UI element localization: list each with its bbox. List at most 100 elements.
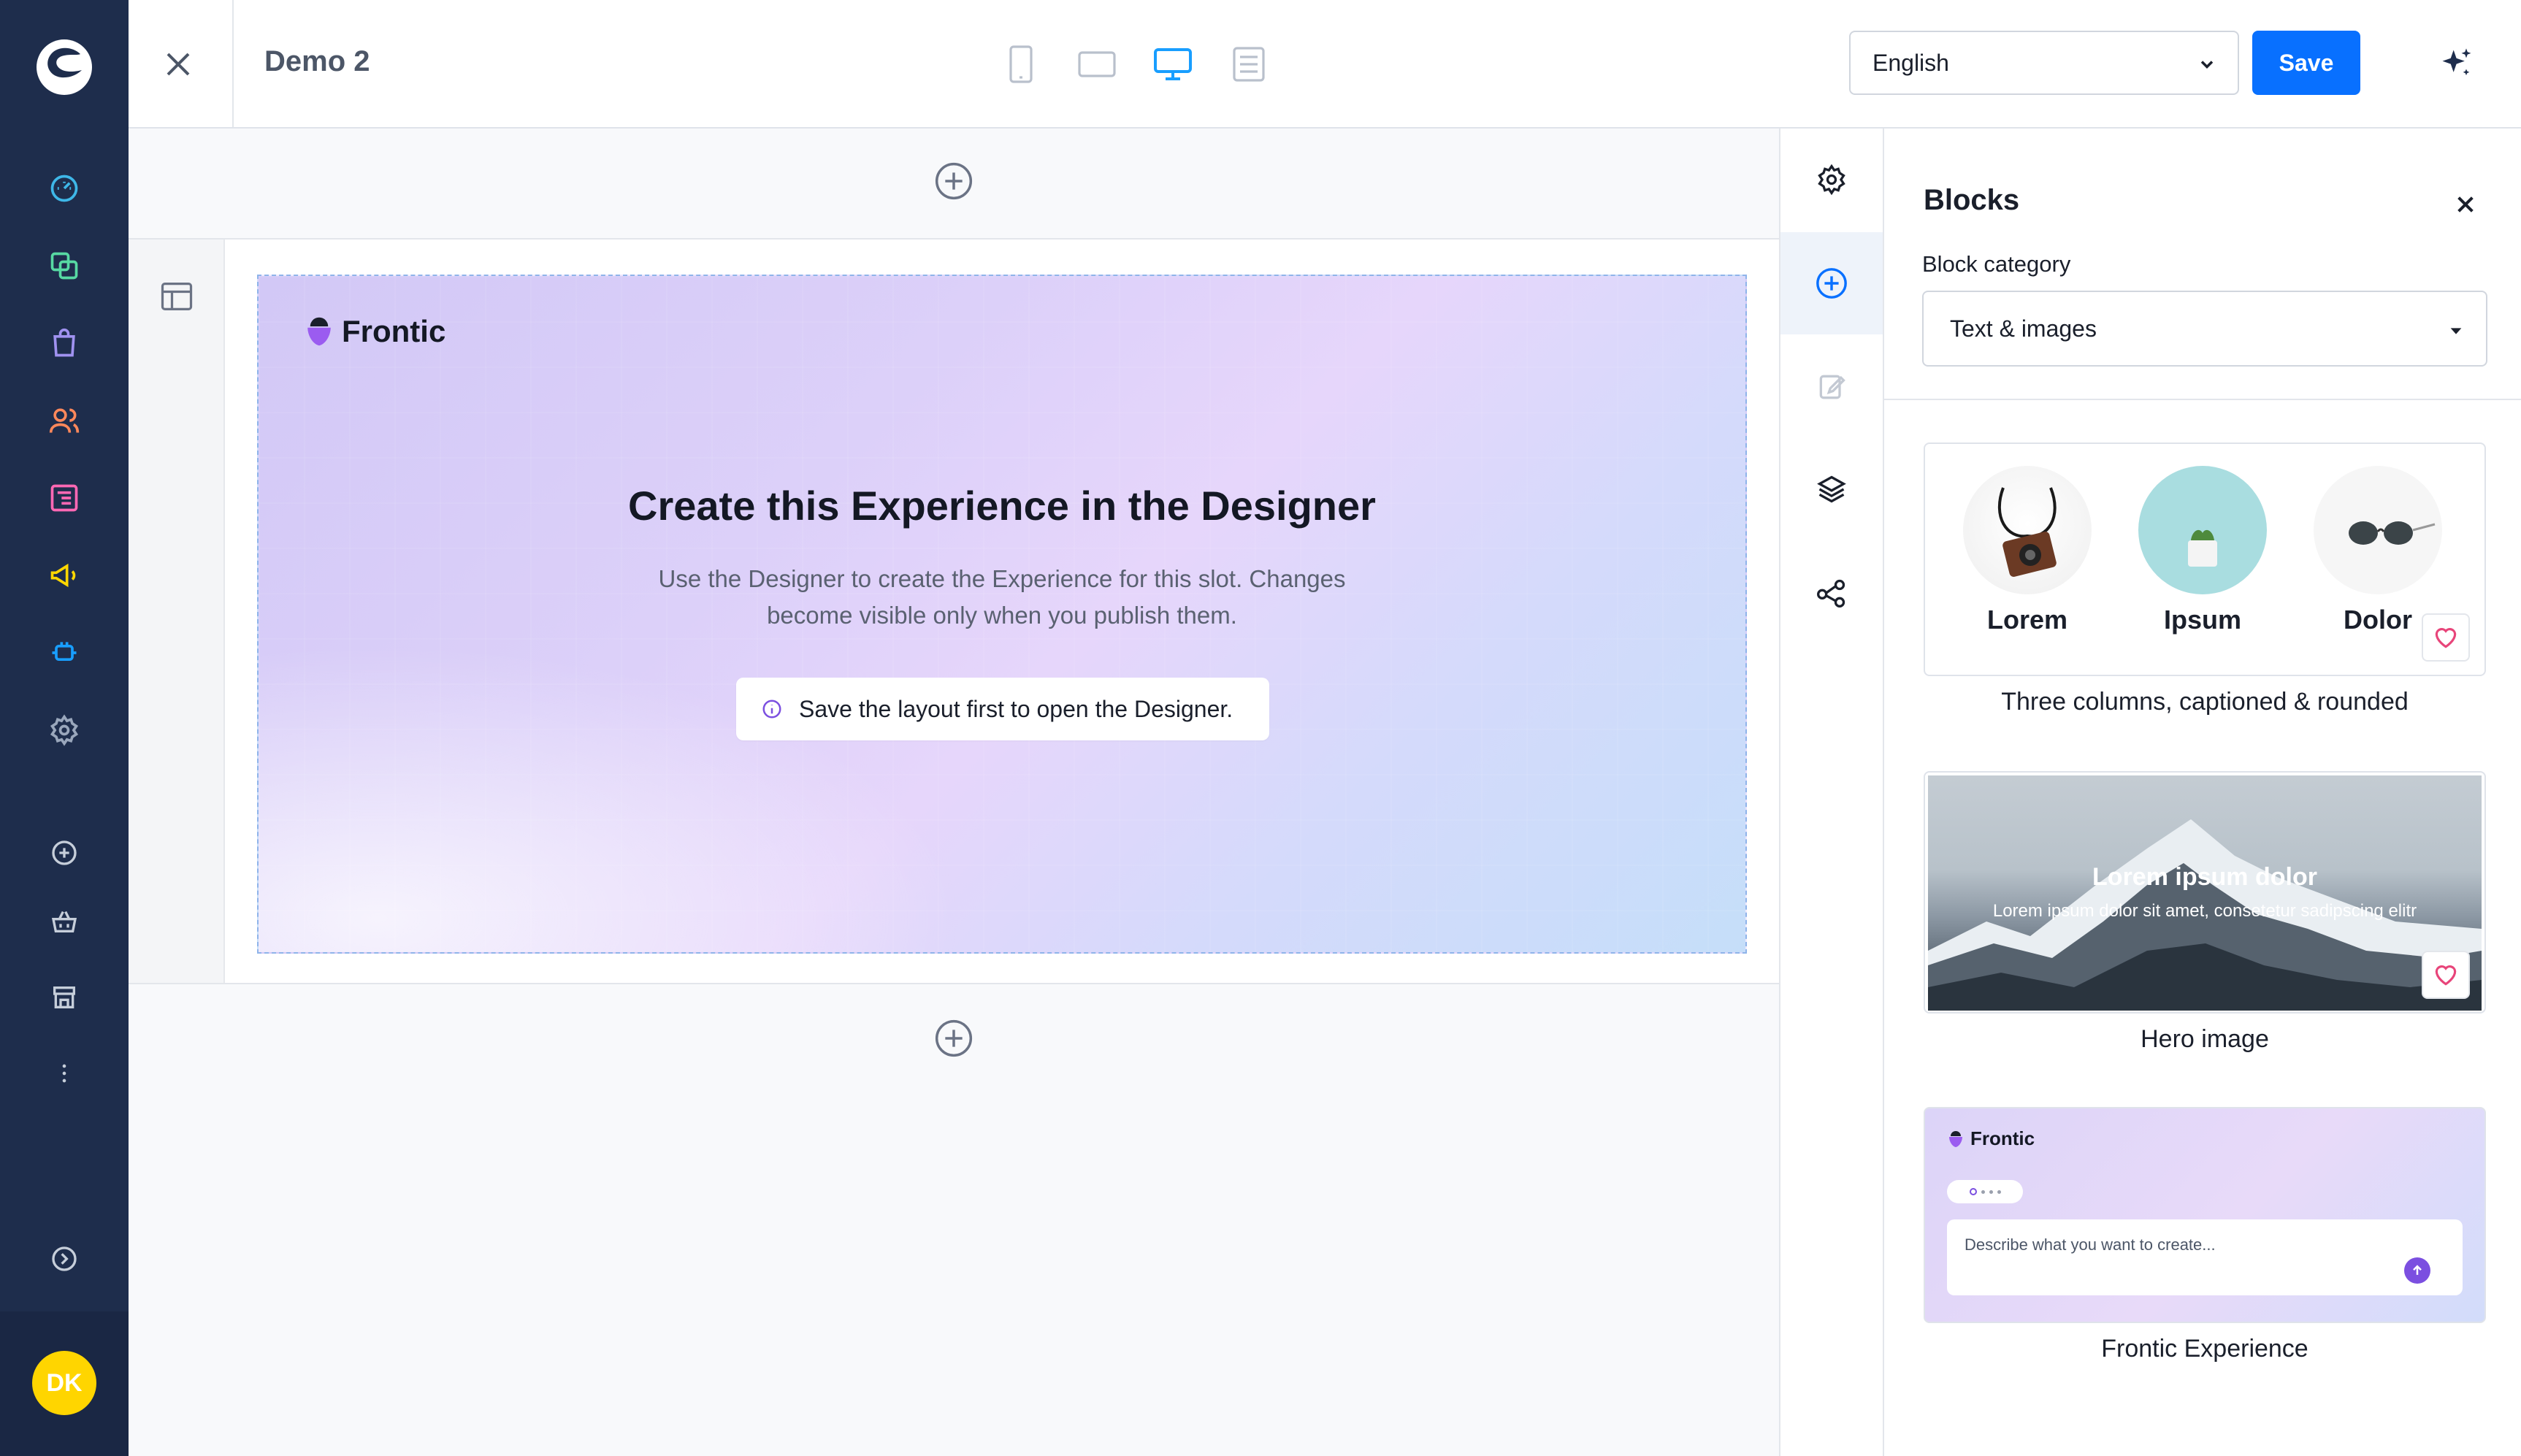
expand-icon[interactable] xyxy=(47,1241,82,1276)
add-section-button-top[interactable] xyxy=(933,161,974,202)
page-title: Demo 2 xyxy=(264,45,370,77)
mobile-view-button[interactable] xyxy=(999,42,1043,86)
sparkle-icon xyxy=(2442,48,2471,76)
content-icon[interactable] xyxy=(47,480,82,516)
frontic-brand: Frontic xyxy=(304,314,445,349)
favorite-button[interactable] xyxy=(2422,951,2470,999)
add-blocks-tab[interactable] xyxy=(1780,232,1883,334)
frontic-brand-text: Frontic xyxy=(342,314,446,348)
layout-canvas: Frontic Create this Experience in the De… xyxy=(129,129,1779,1456)
orders-icon[interactable] xyxy=(47,326,82,361)
notice-text: Save the layout first to open the Design… xyxy=(799,695,1233,722)
catalogue-icon[interactable] xyxy=(47,248,82,283)
top-bar: Demo 2 English Save xyxy=(129,0,2521,129)
heart-icon xyxy=(2435,965,2457,986)
experience-slot[interactable]: Frontic Create this Experience in the De… xyxy=(257,275,1747,954)
block-category-select[interactable]: Text & images xyxy=(1922,291,2487,367)
add-section-button-bottom[interactable] xyxy=(933,1018,974,1059)
save-button[interactable]: Save xyxy=(2252,31,2360,95)
prompt-placeholder: Describe what you want to create... xyxy=(1965,1235,2216,1254)
save-layout-notice: Save the layout first to open the Design… xyxy=(736,678,1269,740)
sidebar-rail xyxy=(1779,129,1884,1456)
settings-icon[interactable] xyxy=(47,713,82,748)
sunglasses-image xyxy=(2314,466,2442,594)
send-button[interactable] xyxy=(2404,1257,2430,1284)
loading-pill xyxy=(1947,1180,2023,1203)
extensions-icon[interactable] xyxy=(47,635,82,670)
frontic-brand-text: Frontic xyxy=(1970,1127,2035,1149)
add-circle-icon xyxy=(935,162,973,200)
column-item: Dolor xyxy=(2314,466,2442,635)
slot-description-line-1: Use the Designer to create the Experienc… xyxy=(658,565,1346,592)
column-label: Ipsum xyxy=(2163,605,2241,635)
customers-icon[interactable] xyxy=(47,403,82,438)
edit-tab[interactable] xyxy=(1780,336,1883,438)
mountain-image: Lorem ipsum dolor Lorem ipsum dolor sit … xyxy=(1928,775,2482,1011)
camera-image xyxy=(1963,466,2092,594)
chevron-down-icon xyxy=(2450,328,2462,334)
plant-image xyxy=(2138,466,2267,594)
block-category-value: Text & images xyxy=(1950,315,2097,342)
slot-heading: Create this Experience in the Designer xyxy=(628,483,1376,529)
favorite-button[interactable] xyxy=(2422,613,2470,662)
block-caption: Hero image xyxy=(2141,1025,2269,1053)
section-sidebar xyxy=(129,240,225,983)
close-icon xyxy=(167,53,190,76)
gear-icon xyxy=(1818,164,1845,196)
share-tab[interactable] xyxy=(1780,542,1883,644)
tablet-view-button[interactable] xyxy=(1075,42,1119,86)
edit-icon xyxy=(1819,375,1845,399)
block-card-hero-image[interactable]: Lorem ipsum dolor Lorem ipsum dolor sit … xyxy=(1924,771,2486,1014)
slot-description-line-2: become visible only when you publish the… xyxy=(767,602,1237,629)
close-button[interactable] xyxy=(155,41,202,88)
desktop-view-button[interactable] xyxy=(1151,42,1195,86)
panel-title: Blocks xyxy=(1924,184,2020,216)
shopware-logo-icon[interactable] xyxy=(32,35,96,99)
slot-description: Use the Designer to create the Experienc… xyxy=(259,561,1745,634)
panel-close-button[interactable] xyxy=(2447,185,2484,223)
desktop-icon xyxy=(1154,48,1192,80)
section-layout-button[interactable] xyxy=(158,277,196,315)
layers-icon xyxy=(1817,475,1846,503)
block-caption: Three columns, captioned & rounded xyxy=(2001,688,2409,716)
storefront-icon[interactable] xyxy=(47,980,82,1015)
layout-icon xyxy=(161,283,193,310)
layers-tab[interactable] xyxy=(1780,438,1883,540)
marketing-icon[interactable] xyxy=(47,558,82,593)
arrow-up-icon xyxy=(2413,1265,2422,1275)
block-category-label: Block category xyxy=(1922,251,2071,277)
add-circle-icon xyxy=(1816,268,1847,299)
language-value: English xyxy=(1872,49,1949,76)
close-icon xyxy=(2457,196,2474,212)
frontic-brand: Frontic xyxy=(1947,1127,2035,1150)
avatar[interactable]: DK xyxy=(32,1351,96,1415)
hero-subtitle: Lorem ipsum dolor sit amet, consetetur s… xyxy=(1992,901,2417,921)
settings-tab[interactable] xyxy=(1780,129,1883,231)
block-card-three-columns[interactable]: Lorem Ipsum Dolor xyxy=(1924,442,2486,676)
divider xyxy=(1884,399,2521,400)
block-caption: Frontic Experience xyxy=(2101,1335,2308,1363)
sales-channel-icon[interactable] xyxy=(47,904,82,939)
frontic-logo-icon xyxy=(307,317,331,346)
block-card-frontic-experience[interactable]: Frontic Describe what you want to create… xyxy=(1924,1107,2486,1323)
dashboard-icon[interactable] xyxy=(47,171,82,206)
blocks-panel: Blocks Block category Text & images Lore… xyxy=(1884,129,2521,1456)
frontic-logo-icon xyxy=(1949,1130,1962,1147)
prompt-box[interactable]: Describe what you want to create... xyxy=(1947,1219,2463,1295)
hero-title: Lorem ipsum dolor xyxy=(2092,863,2317,891)
divider xyxy=(232,0,234,127)
tablet-icon xyxy=(1078,51,1116,77)
column-label: Lorem xyxy=(1986,605,2068,635)
chevron-down-icon xyxy=(2200,61,2214,69)
list-icon xyxy=(1233,47,1265,82)
main-sidebar: DK xyxy=(0,0,129,1456)
more-icon[interactable] xyxy=(47,1056,82,1091)
ai-sparkle-button[interactable] xyxy=(2436,44,2477,85)
device-switcher xyxy=(999,42,1271,86)
list-view-button[interactable] xyxy=(1227,42,1271,86)
add-circle-icon xyxy=(935,1019,973,1057)
share-icon xyxy=(1817,579,1845,608)
language-select[interactable]: English xyxy=(1849,31,2239,95)
column-item: Ipsum xyxy=(2138,466,2267,635)
add-icon[interactable] xyxy=(47,835,82,870)
